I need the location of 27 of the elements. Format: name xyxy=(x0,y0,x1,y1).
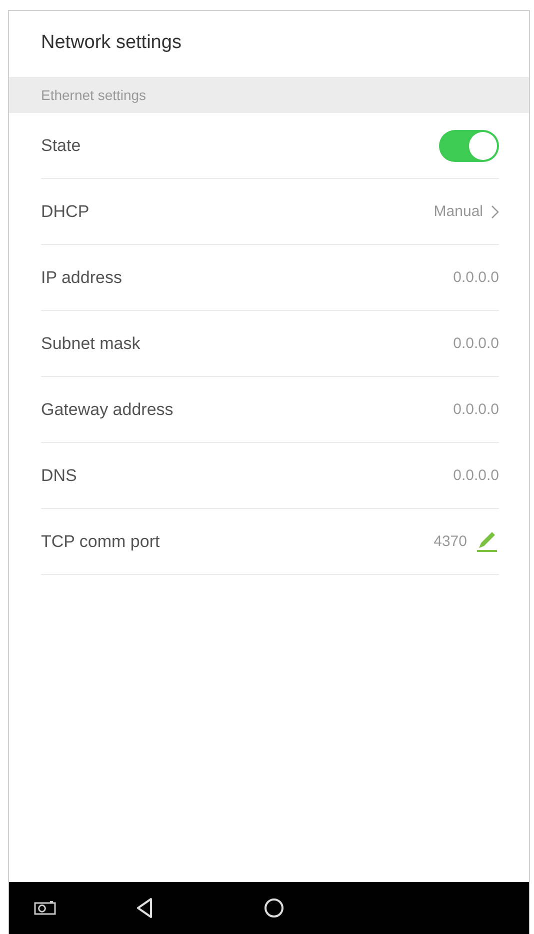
row-label: Subnet mask xyxy=(41,334,140,354)
row-value: 0.0.0.0 xyxy=(453,401,499,418)
row-label: DNS xyxy=(41,466,77,486)
chevron-icon xyxy=(491,204,499,218)
section-header: Ethernet settings xyxy=(9,77,529,113)
settings-row[interactable]: State xyxy=(41,113,499,179)
row-label: IP address xyxy=(41,268,122,288)
settings-row[interactable]: DHCP Manual xyxy=(41,179,499,245)
row-value: 0.0.0.0 xyxy=(453,467,499,484)
row-label: DHCP xyxy=(41,202,90,222)
back-icon[interactable] xyxy=(135,897,155,919)
row-label: State xyxy=(41,136,81,156)
settings-row[interactable]: IP address 0.0.0.0 xyxy=(41,245,499,311)
row-label: TCP comm port xyxy=(41,532,160,552)
row-value: Manual xyxy=(434,203,483,220)
settings-row[interactable]: Gateway address 0.0.0.0 xyxy=(41,377,499,443)
toggle-switch[interactable] xyxy=(439,130,499,162)
settings-row[interactable]: Subnet mask 0.0.0.0 xyxy=(41,311,499,377)
camera-icon[interactable] xyxy=(33,899,57,917)
settings-row[interactable]: TCP comm port 4370 xyxy=(41,509,499,575)
row-value: 0.0.0.0 xyxy=(453,335,499,352)
row-value: 0.0.0.0 xyxy=(453,269,499,286)
page-title: Network settings xyxy=(40,31,182,55)
row-label: Gateway address xyxy=(41,400,174,420)
row-value: 4370 xyxy=(434,533,467,550)
home-icon[interactable] xyxy=(263,897,285,919)
settings-row[interactable]: DNS 0.0.0.0 xyxy=(41,443,499,509)
